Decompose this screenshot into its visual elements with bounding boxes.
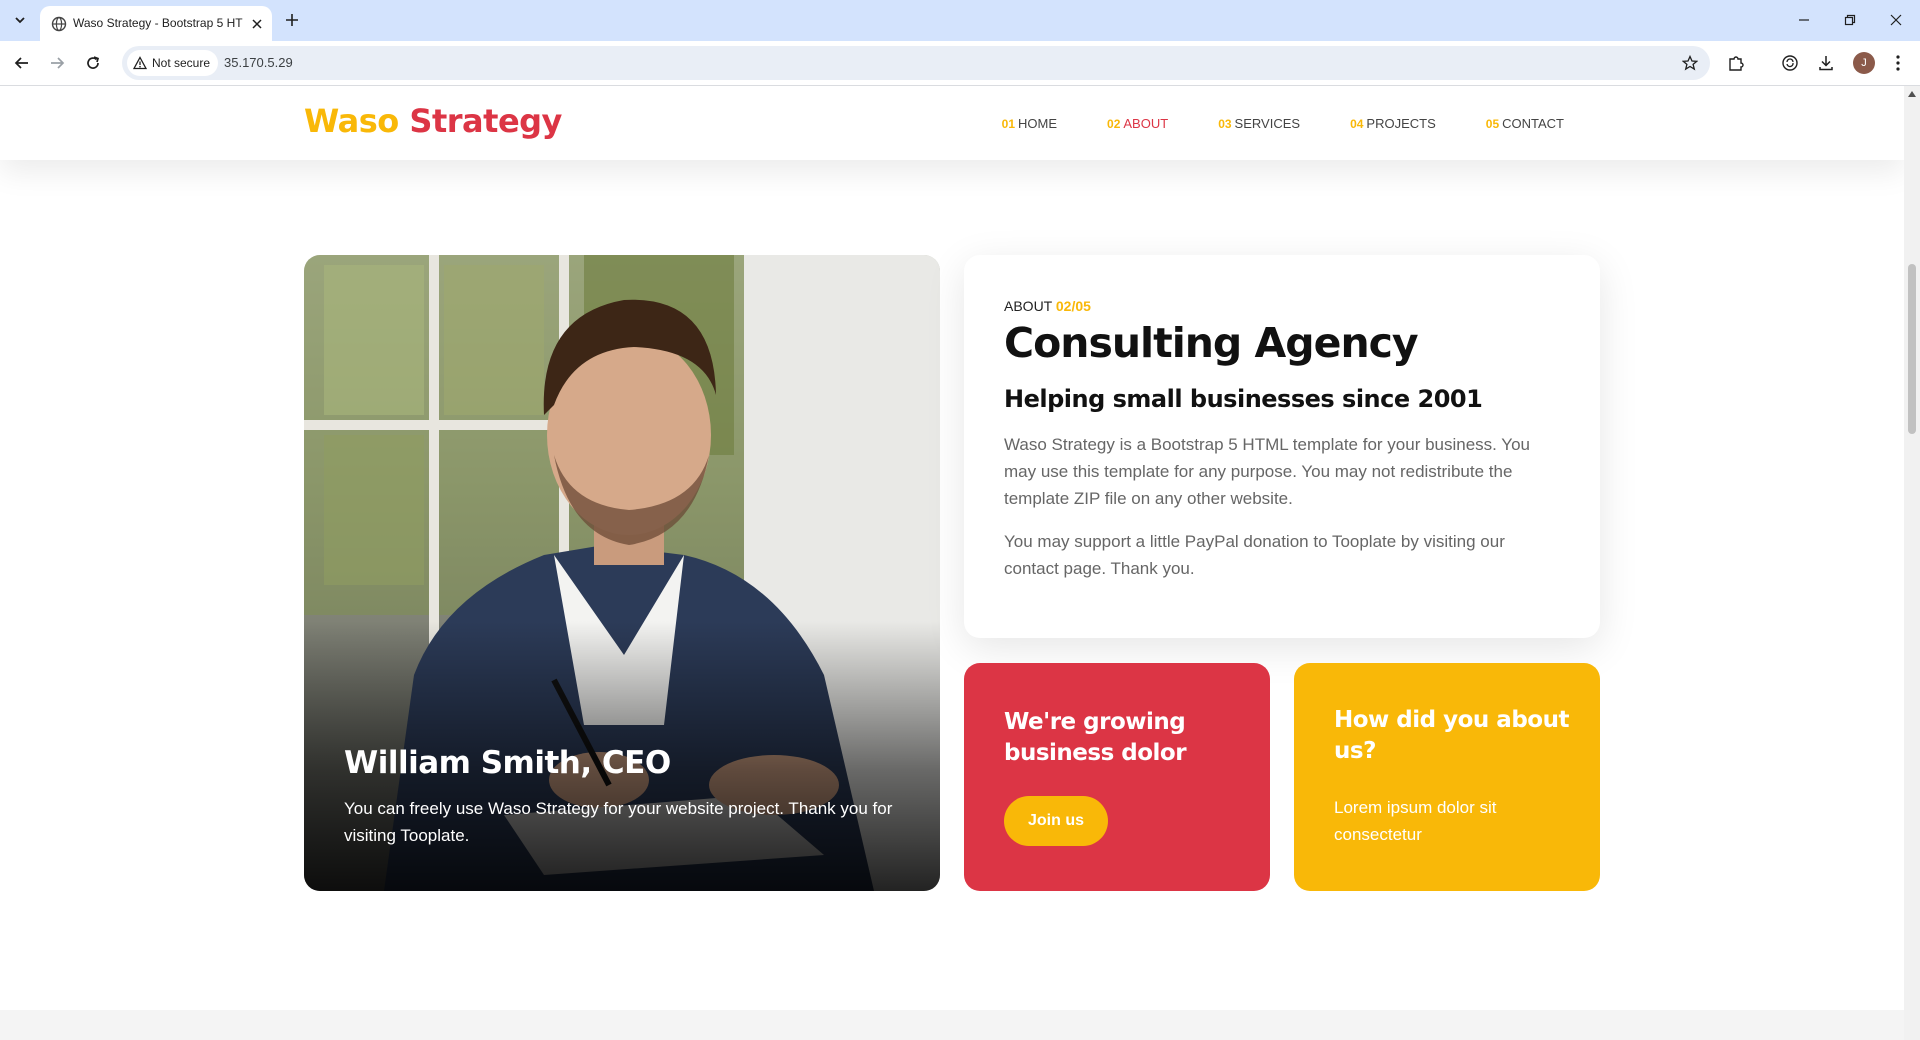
star-icon: [1682, 55, 1698, 71]
nav-label: SERVICES: [1234, 116, 1301, 131]
scroll-up-arrow[interactable]: [1908, 90, 1916, 98]
about-title: Consulting Agency: [1004, 319, 1419, 367]
growing-card: We're growing business dolor Join us: [964, 663, 1270, 891]
arrow-right-icon: [51, 57, 65, 69]
site-header: Waso Strategy 01 HOME 02 ABOUT 03 SERVICES …: [0, 86, 1904, 160]
url-text[interactable]: 35.170.5.29: [224, 55, 293, 70]
tab-search-button[interactable]: [8, 8, 32, 32]
about-paragraph-2: You may support a little PayPal donation…: [1004, 532, 1505, 578]
nav-projects[interactable]: 04 PROJECTS: [1350, 116, 1436, 131]
nav-number: 02: [1107, 117, 1121, 131]
tab-title: Waso Strategy - Bootstrap 5 HTML: [73, 16, 243, 30]
nav-contact[interactable]: 05 CONTACT: [1486, 116, 1564, 131]
nav-home[interactable]: 01 HOME: [1002, 116, 1057, 131]
logo-word-2: Strategy: [409, 102, 562, 140]
minimize-icon: [1799, 19, 1809, 21]
nav-services[interactable]: 03 SERVICES: [1218, 116, 1300, 131]
ceo-photo-card: William Smith, CEO You can freely use Wa…: [304, 255, 940, 891]
browser-tab[interactable]: Waso Strategy - Bootstrap 5 HTML: [40, 6, 272, 41]
next-section-edge: [0, 1010, 1904, 1040]
new-tab-button[interactable]: [282, 10, 302, 30]
profile-avatar[interactable]: J: [1853, 52, 1875, 74]
site-logo[interactable]: Waso Strategy: [304, 102, 562, 140]
minimize-button[interactable]: [1790, 8, 1818, 32]
restore-button[interactable]: [1836, 8, 1864, 32]
extensions-button[interactable]: [1724, 51, 1748, 75]
reload-icon: [87, 56, 100, 69]
tab-close-button[interactable]: [248, 15, 266, 33]
back-button[interactable]: [10, 51, 34, 75]
how-card: How did you about us? Lorem ipsum dolor …: [1294, 663, 1600, 891]
nav-number: 03: [1218, 117, 1232, 131]
plus-icon: [286, 14, 298, 26]
address-bar[interactable]: Not secure 35.170.5.29: [122, 46, 1710, 80]
nav-number: 04: [1350, 117, 1364, 131]
nav-label: HOME: [1018, 116, 1058, 131]
logo-word-1: Waso: [304, 102, 399, 140]
download-icon: [1819, 56, 1833, 71]
downloads-button[interactable]: [1814, 51, 1838, 75]
nav-label: PROJECTS: [1366, 116, 1436, 131]
close-icon: [252, 19, 262, 29]
ceo-name: William Smith, CEO: [344, 745, 671, 781]
about-card: ABOUT 02/05 Consulting Agency Helping sm…: [964, 255, 1600, 638]
how-card-title: How did you about us?: [1334, 707, 1569, 764]
sync-button[interactable]: [1778, 51, 1802, 75]
forward-button[interactable]: [45, 51, 69, 75]
chevron-down-icon: [15, 17, 25, 24]
reload-button[interactable]: [81, 51, 105, 75]
nav-number: 01: [1001, 117, 1016, 131]
close-icon: [1890, 14, 1902, 26]
bookmark-button[interactable]: [1680, 53, 1700, 73]
browser-toolbar: Not secure 35.170.5.29 J: [0, 41, 1920, 86]
triangle-up-icon: [1908, 91, 1916, 97]
nav-number: 05: [1485, 117, 1500, 131]
scrollbar-thumb[interactable]: [1908, 264, 1916, 434]
more-vertical-icon: [1896, 55, 1900, 71]
section-eyebrow: ABOUT 02/05: [1004, 298, 1091, 314]
main-nav: 01 HOME 02 ABOUT 03 SERVICES 04 PROJECTS 05 C…: [1002, 116, 1564, 131]
close-window-button[interactable]: [1882, 8, 1910, 32]
browser-tab-bar: Waso Strategy - Bootstrap 5 HTML: [0, 0, 1920, 41]
security-label: Not secure: [152, 56, 211, 70]
how-card-text: Lorem ipsum dolor sit consectetur: [1334, 798, 1497, 844]
puzzle-icon: [1729, 56, 1744, 71]
nav-label: ABOUT: [1123, 116, 1169, 131]
join-us-button[interactable]: Join us: [1004, 796, 1108, 846]
refresh-circle-icon: [1782, 55, 1798, 71]
security-indicator[interactable]: Not secure: [127, 50, 219, 76]
eyebrow-label: ABOUT: [1004, 298, 1052, 314]
warning-icon: [133, 56, 147, 70]
arrow-left-icon: [14, 57, 28, 69]
about-subtitle: Helping small businesses since 2001: [1004, 385, 1483, 413]
page-viewport: Waso Strategy 01 HOME 02 ABOUT 03 SERVICES …: [0, 86, 1904, 1040]
growing-card-title: We're growing business dolor: [1004, 709, 1187, 766]
page-scrollbar[interactable]: [1904, 86, 1920, 1040]
restore-icon: [1844, 14, 1856, 26]
menu-button[interactable]: [1886, 51, 1910, 75]
nav-label: CONTACT: [1502, 116, 1564, 131]
nav-about[interactable]: 02 ABOUT: [1107, 116, 1168, 131]
about-paragraph-1: Waso Strategy is a Bootstrap 5 HTML temp…: [1004, 435, 1530, 508]
ceo-description: You can freely use Waso Strategy for you…: [344, 799, 893, 845]
globe-icon: [51, 16, 67, 32]
section-counter: 02/05: [1055, 298, 1091, 314]
